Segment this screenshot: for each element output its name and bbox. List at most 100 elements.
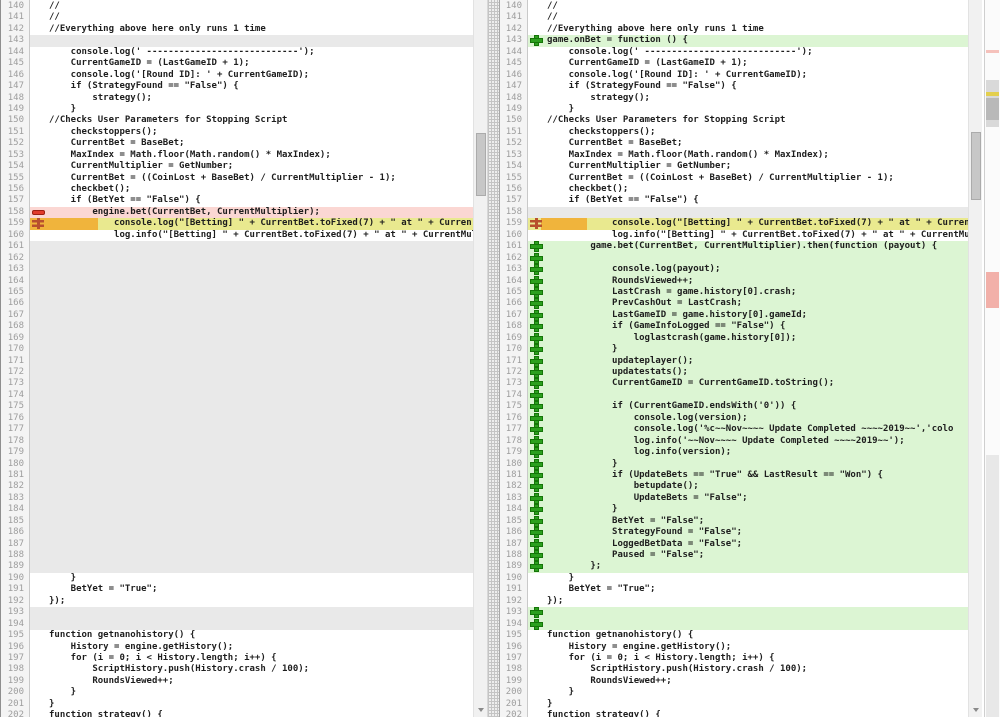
code-line[interactable]: PrevCashOut = LastCrash; — [528, 298, 968, 309]
code-line[interactable]: Paused = "False"; — [528, 550, 968, 561]
code-line[interactable]: if (StrategyFound == "False") { — [528, 81, 968, 92]
code-line[interactable]: // — [528, 1, 968, 12]
code-line[interactable] — [30, 481, 473, 492]
code-line[interactable]: strategy(); — [528, 93, 968, 104]
code-line[interactable]: UpdateBets = "False"; — [528, 493, 968, 504]
code-line[interactable] — [30, 287, 473, 298]
code-line[interactable] — [30, 619, 473, 630]
vertical-scrollbar-right[interactable] — [968, 0, 982, 717]
code-line[interactable] — [30, 35, 473, 46]
code-line[interactable]: LastCrash = game.history[0].crash; — [528, 287, 968, 298]
code-line[interactable]: //Checks User Parameters for Stopping Sc… — [528, 115, 968, 126]
code-line[interactable]: } — [528, 504, 968, 515]
code-line[interactable]: } — [528, 699, 968, 710]
code-line[interactable]: function strategy() { — [528, 710, 968, 717]
code-line[interactable] — [528, 253, 968, 264]
code-line[interactable]: LoggedBetData = "False"; — [528, 539, 968, 550]
code-line[interactable]: MaxIndex = Math.floor(Math.random() * Ma… — [30, 150, 473, 161]
code-line[interactable]: console.log('%c~~Nov~~~~ Update Complete… — [528, 424, 968, 435]
viewport-indicator-thumb[interactable] — [986, 98, 999, 120]
code-line[interactable]: History = engine.getHistory(); — [528, 642, 968, 653]
code-line[interactable]: if (BetYet == "False") { — [30, 195, 473, 206]
code-line[interactable]: console.log("[Betting] " + CurrentBet.to… — [30, 218, 473, 229]
code-line[interactable]: for (i = 0; i < History.length; i++) { — [528, 653, 968, 664]
vertical-scrollbar-left[interactable] — [473, 0, 487, 717]
code-line[interactable]: BetYet = "True"; — [528, 584, 968, 595]
code-line[interactable] — [30, 550, 473, 561]
code-line[interactable]: RoundsViewed++; — [528, 676, 968, 687]
code-line[interactable]: //Everything above here only runs 1 time — [528, 24, 968, 35]
code-line[interactable] — [30, 436, 473, 447]
code-line[interactable]: function getnanohistory() { — [30, 630, 473, 641]
code-line[interactable]: MaxIndex = Math.floor(Math.random() * Ma… — [528, 150, 968, 161]
code-line[interactable]: if (StrategyFound == "False") { — [30, 81, 473, 92]
code-line[interactable]: game.onBet = function () { — [528, 35, 968, 46]
code-line[interactable]: ScriptHistory.push(History.crash / 100); — [528, 664, 968, 675]
code-line[interactable]: console.log(version); — [528, 413, 968, 424]
code-line[interactable]: if (CurrentGameID.endsWith('0')) { — [528, 401, 968, 412]
code-line[interactable] — [30, 516, 473, 527]
code-line[interactable]: } — [528, 687, 968, 698]
code-line[interactable]: for (i = 0; i < History.length; i++) { — [30, 653, 473, 664]
code-line[interactable]: } — [30, 699, 473, 710]
code-line[interactable] — [30, 378, 473, 389]
code-line[interactable] — [30, 470, 473, 481]
code-line[interactable]: // — [30, 1, 473, 12]
code-line[interactable]: // — [528, 12, 968, 23]
code-line[interactable]: log.info(version); — [528, 447, 968, 458]
code-line[interactable] — [30, 390, 473, 401]
code-line[interactable]: CurrentGameID = CurrentGameID.toString()… — [528, 378, 968, 389]
code-line[interactable]: } — [528, 344, 968, 355]
code-line[interactable]: function getnanohistory() { — [528, 630, 968, 641]
code-line[interactable] — [30, 459, 473, 470]
code-line[interactable] — [528, 619, 968, 630]
code-line[interactable]: CurrentMultiplier = GetNumber; — [30, 161, 473, 172]
code-line[interactable]: History = engine.getHistory(); — [30, 642, 473, 653]
code-line[interactable] — [30, 413, 473, 424]
code-line[interactable]: if (UpdateBets == "True" && LastResult =… — [528, 470, 968, 481]
diff-marker-deleted-small[interactable] — [986, 50, 999, 53]
code-line[interactable]: CurrentBet = ((CoinLost + BaseBet) / Cur… — [30, 173, 473, 184]
code-line[interactable] — [528, 607, 968, 618]
code-line[interactable]: RoundsViewed++; — [30, 676, 473, 687]
code-line[interactable] — [30, 447, 473, 458]
code-line[interactable] — [30, 561, 473, 572]
code-line[interactable]: log.info('~~Nov~~~~ Update Completed ~~~… — [528, 436, 968, 447]
code-line[interactable]: StrategyFound = "False"; — [528, 527, 968, 538]
code-line[interactable]: console.log(' --------------------------… — [528, 47, 968, 58]
code-line[interactable]: } — [30, 687, 473, 698]
code-line[interactable] — [30, 367, 473, 378]
code-line[interactable]: }); — [528, 596, 968, 607]
code-line[interactable]: if (GameInfoLogged == "False") { — [528, 321, 968, 332]
code-line[interactable] — [30, 401, 473, 412]
code-line[interactable]: console.log('[Round ID]: ' + CurrentGame… — [30, 70, 473, 81]
code-line[interactable]: game.bet(CurrentBet, CurrentMultiplier).… — [528, 241, 968, 252]
code-line[interactable] — [30, 298, 473, 309]
scrollbar-thumb[interactable] — [971, 132, 981, 200]
code-line[interactable]: LastGameID = game.history[0].gameId; — [528, 310, 968, 321]
code-line[interactable]: //Everything above here only runs 1 time — [30, 24, 473, 35]
pane-splitter[interactable] — [487, 0, 500, 717]
code-line[interactable]: loglastcrash(game.history[0]); — [528, 333, 968, 344]
code-line[interactable]: } — [528, 104, 968, 115]
code-line[interactable]: CurrentMultiplier = GetNumber; — [528, 161, 968, 172]
code-line[interactable] — [30, 276, 473, 287]
code-line[interactable]: console.log(payout); — [528, 264, 968, 275]
diff-marker-deleted-large[interactable] — [986, 272, 999, 308]
code-line[interactable]: betupdate(); — [528, 481, 968, 492]
code-line[interactable]: } — [30, 104, 473, 115]
code-line[interactable]: log.info("[Betting] " + CurrentBet.toFix… — [528, 230, 968, 241]
code-line[interactable]: } — [30, 573, 473, 584]
code-line[interactable]: }; — [528, 561, 968, 572]
code-line[interactable] — [30, 310, 473, 321]
code-line[interactable]: checkbet(); — [528, 184, 968, 195]
code-line[interactable] — [30, 321, 473, 332]
code-line[interactable]: CurrentGameID = (LastGameID + 1); — [528, 58, 968, 69]
code-line[interactable]: ScriptHistory.push(History.crash / 100); — [30, 664, 473, 675]
code-line[interactable]: console.log(' --------------------------… — [30, 47, 473, 58]
code-line[interactable] — [30, 253, 473, 264]
code-line[interactable] — [528, 207, 968, 218]
code-area-left[interactable]: //////Everything above here only runs 1 … — [30, 0, 473, 717]
code-line[interactable]: CurrentBet = ((CoinLost + BaseBet) / Cur… — [528, 173, 968, 184]
location-overview-bar[interactable] — [984, 0, 1000, 717]
